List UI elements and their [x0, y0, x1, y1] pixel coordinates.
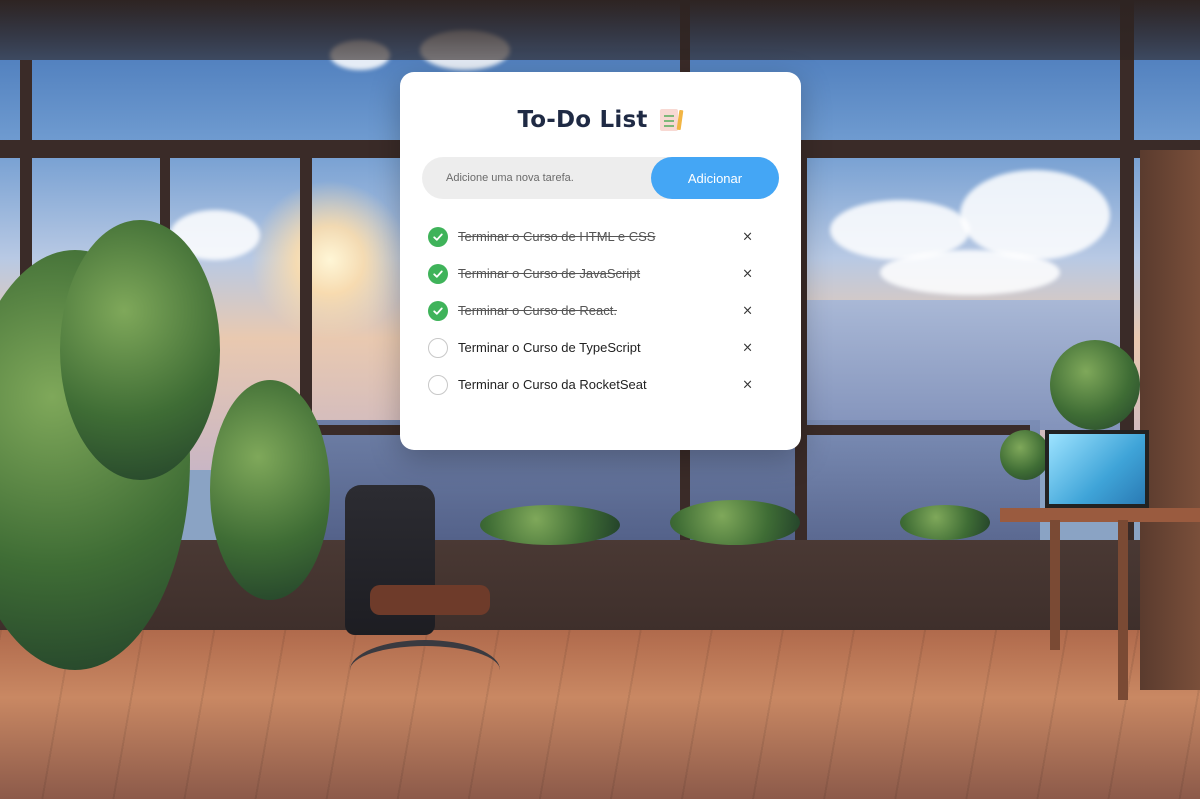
- delete-task-icon[interactable]: ×: [742, 378, 753, 391]
- checked-circle-icon[interactable]: [428, 300, 448, 321]
- checked-circle-icon[interactable]: [428, 263, 448, 284]
- task-item[interactable]: Terminar o Curso de TypeScript ×: [422, 329, 779, 366]
- task-label: Terminar o Curso da RocketSeat: [458, 377, 647, 392]
- desk-leg: [1050, 520, 1060, 650]
- task-label: Terminar o Curso de TypeScript: [458, 340, 641, 355]
- todo-card: To-Do List Adicionar Terminar o Curso de…: [400, 72, 801, 450]
- add-task-button[interactable]: Adicionar: [651, 157, 779, 199]
- sun: [250, 180, 410, 340]
- title-row: To-Do List: [422, 105, 779, 135]
- task-label: Terminar o Curso de JavaScript: [458, 266, 641, 281]
- desk-leg: [1118, 520, 1128, 700]
- delete-task-icon[interactable]: ×: [742, 230, 753, 243]
- cloud: [880, 250, 1060, 295]
- plant: [1050, 340, 1140, 430]
- unchecked-circle-icon[interactable]: [428, 374, 448, 395]
- plant: [480, 505, 620, 545]
- delete-task-icon[interactable]: ×: [742, 341, 753, 354]
- task-input-row: Adicionar: [422, 157, 779, 199]
- monitor: [1045, 430, 1149, 508]
- office-chair-seat: [370, 585, 490, 615]
- office-chair-base: [350, 640, 500, 700]
- task-input[interactable]: [422, 157, 672, 199]
- task-item[interactable]: Terminar o Curso de JavaScript ×: [422, 255, 779, 292]
- wooden-floor: [0, 630, 1200, 799]
- task-label: Terminar o Curso de React.: [458, 303, 617, 318]
- task-label: Terminar o Curso de HTML e CSS: [458, 229, 656, 244]
- unchecked-circle-icon[interactable]: [428, 337, 448, 358]
- page-title: To-Do List: [517, 107, 648, 133]
- delete-task-icon[interactable]: ×: [742, 304, 753, 317]
- task-list: Terminar o Curso de HTML e CSS × Termina…: [422, 218, 779, 403]
- checked-circle-icon[interactable]: [428, 226, 448, 247]
- cloud: [960, 170, 1110, 260]
- ceiling: [0, 0, 1200, 60]
- bookshelf: [1140, 150, 1200, 690]
- plant: [1000, 430, 1050, 480]
- plant: [210, 380, 330, 600]
- task-item[interactable]: Terminar o Curso de React. ×: [422, 292, 779, 329]
- delete-task-icon[interactable]: ×: [742, 267, 753, 280]
- plant: [670, 500, 800, 545]
- plant: [900, 505, 990, 540]
- plant: [60, 220, 220, 480]
- task-item[interactable]: Terminar o Curso da RocketSeat ×: [422, 366, 779, 403]
- task-item[interactable]: Terminar o Curso de HTML e CSS ×: [422, 218, 779, 255]
- desk: [1000, 508, 1200, 522]
- lower-wall: [0, 540, 1200, 640]
- memo-icon: [658, 107, 684, 133]
